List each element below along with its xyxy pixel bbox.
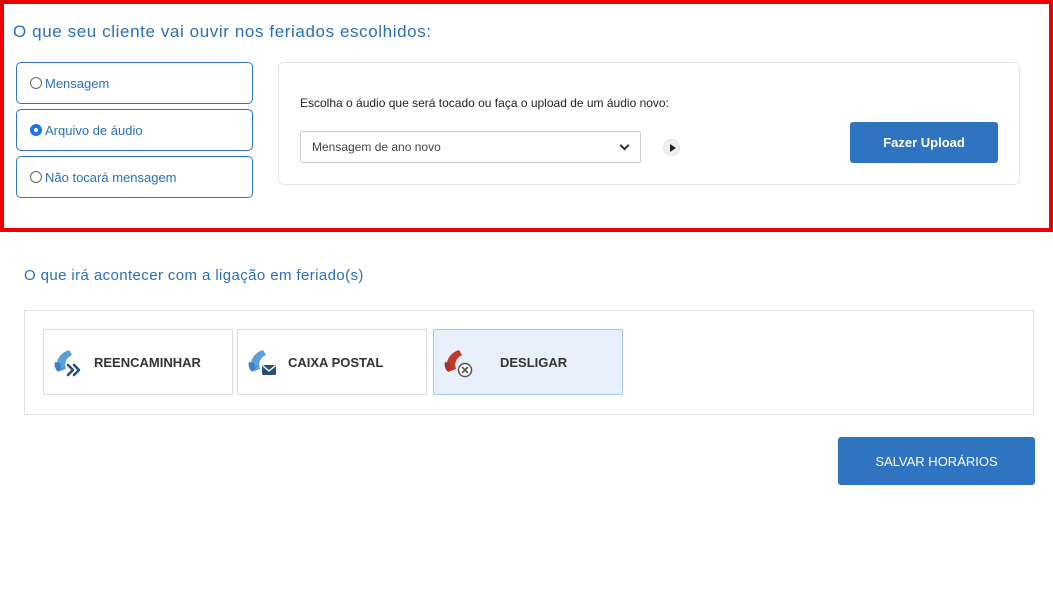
- voicemail-label: CAIXA POSTAL: [288, 354, 384, 370]
- audio-select-value: Mensagem de ano novo: [312, 140, 441, 154]
- phone-hangup-icon: [444, 350, 473, 378]
- holiday-audio-title: O que seu cliente vai ouvir nos feriados…: [13, 22, 432, 41]
- option-mensagem[interactable]: Mensagem: [16, 62, 253, 104]
- voicemail-button[interactable]: CAIXA POSTAL: [237, 329, 427, 395]
- audio-select[interactable]: Mensagem de ano novo: [300, 131, 641, 163]
- upload-button[interactable]: Fazer Upload: [850, 122, 998, 163]
- save-schedule-button[interactable]: SALVAR HORÁRIOS: [838, 437, 1035, 485]
- chevron-down-icon: [619, 140, 630, 151]
- hangup-label: DESLIGAR: [500, 354, 568, 370]
- play-audio-button[interactable]: [663, 139, 680, 156]
- forward-label: REENCAMINHAR: [94, 354, 201, 370]
- audio-selection-panel: Escolha o áudio que será tocado ou faça …: [278, 62, 1020, 185]
- phone-voicemail-icon: [248, 350, 276, 375]
- radio-arquivo-de-audio[interactable]: [30, 124, 42, 136]
- radio-mensagem[interactable]: [30, 77, 42, 89]
- audio-instruction: Escolha o áudio que será tocado ou faça …: [300, 96, 669, 110]
- option-mensagem-label: Mensagem: [45, 75, 110, 91]
- option-arquivo-de-audio-label: Arquivo de áudio: [45, 122, 143, 138]
- option-nao-tocara-mensagem-label: Não tocará mensagem: [45, 169, 177, 185]
- option-nao-tocara-mensagem[interactable]: Não tocará mensagem: [16, 156, 253, 198]
- holiday-audio-section: O que seu cliente vai ouvir nos feriados…: [0, 0, 1053, 232]
- phone-forward-icon: [54, 350, 81, 377]
- forward-button[interactable]: REENCAMINHAR: [43, 329, 233, 395]
- hangup-button[interactable]: DESLIGAR: [433, 329, 623, 395]
- call-action-panel: REENCAMINHAR CAIXA POSTAL DESLIGAR: [24, 310, 1034, 415]
- option-arquivo-de-audio[interactable]: Arquivo de áudio: [16, 109, 253, 151]
- call-action-title: O que irá acontecer com a ligação em fer…: [24, 267, 364, 284]
- radio-nao-tocara-mensagem[interactable]: [30, 171, 42, 183]
